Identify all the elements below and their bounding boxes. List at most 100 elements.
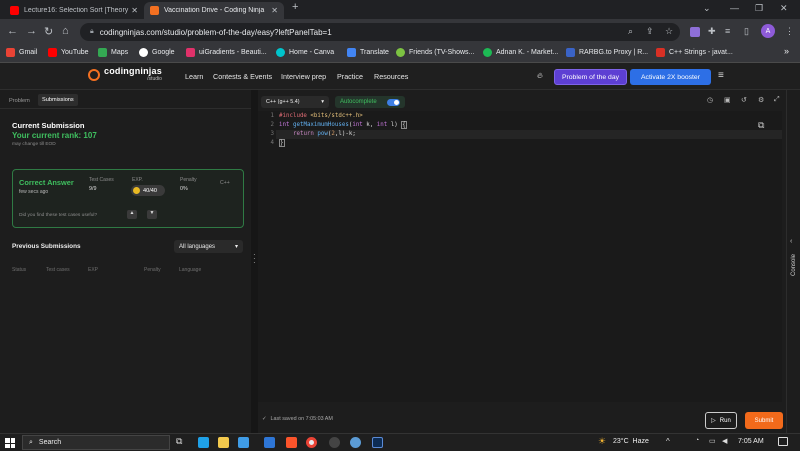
back-icon[interactable]: ←	[7, 25, 18, 37]
ide-icon[interactable]	[372, 437, 383, 448]
timer-icon[interactable]: ◷	[707, 96, 713, 104]
address-bar[interactable]: 🔒︎ codingninjas.com/studio/problem-of-th…	[80, 23, 680, 41]
run-button[interactable]: ▷ Run	[705, 412, 737, 429]
settings-icon[interactable]: ⚙	[758, 96, 764, 104]
browser-tab-vaccination[interactable]: Vaccination Drive - Coding Ninja ✕	[144, 2, 284, 19]
reload-icon[interactable]: ↻	[44, 25, 53, 38]
store-icon[interactable]	[238, 437, 249, 448]
new-tab-icon[interactable]: +	[292, 1, 298, 13]
bookmark-uigradients[interactable]: uiGradients - Beauti...	[186, 48, 267, 57]
market-icon	[483, 48, 492, 57]
panel-resize-handle[interactable]: · · ·	[251, 90, 258, 433]
bookmark-youtube[interactable]: YouTube	[48, 48, 89, 57]
language-filter-value: All languages	[179, 243, 216, 250]
nav-interview-prep[interactable]: Interview prep	[281, 72, 326, 81]
bookmark-translate[interactable]: Translate	[347, 48, 389, 57]
submissions-table-header: Status Test cases EXP Penalty Language	[12, 267, 242, 275]
last-saved-status: ✓ Last saved on 7:05:03 AM	[262, 416, 333, 422]
forward-icon[interactable]: →	[26, 25, 37, 37]
streak-icon[interactable]: 🔥︎	[537, 71, 543, 81]
language-select[interactable]: C++ (g++ 5.4) ▾	[261, 96, 329, 108]
col-status: Status	[12, 267, 27, 273]
star-icon[interactable]: ☆	[665, 26, 673, 37]
extension-icon[interactable]	[690, 27, 700, 37]
windows-start-icon[interactable]	[5, 438, 15, 448]
volume-icon[interactable]: ◀︎	[722, 437, 727, 445]
window-close-icon[interactable]: ✕	[780, 3, 788, 14]
nav-practice[interactable]: Practice	[337, 72, 363, 81]
code-editor[interactable]: 1 2 3 4 #include <bits/stdc++.h> int get…	[258, 111, 782, 402]
result-card: Correct Answer few secs ago Test Cases 9…	[12, 169, 244, 228]
problem-of-the-day-button[interactable]: Problem of the day	[554, 69, 627, 85]
battery-icon[interactable]: ▭	[709, 437, 716, 445]
submit-button[interactable]: Submit	[745, 412, 783, 429]
notification-icon[interactable]	[778, 437, 788, 446]
bookmark-gmail[interactable]: Gmail	[6, 48, 37, 57]
bookmark-adnan[interactable]: Adnan K. - Market...	[483, 48, 558, 57]
share-icon[interactable]: ⇪	[646, 26, 654, 37]
settings-app-icon[interactable]	[329, 437, 340, 448]
clock-time[interactable]: 7:05 AM	[738, 438, 764, 445]
line-number: 2	[270, 122, 275, 128]
hamburger-menu-icon[interactable]: ≡	[718, 70, 724, 81]
close-icon[interactable]: ✕	[131, 6, 138, 15]
edge-icon[interactable]	[198, 437, 209, 448]
puzzle-icon[interactable]: ✚	[708, 26, 716, 37]
tray-chevron-icon[interactable]: ^	[666, 437, 670, 446]
network-icon[interactable]: ◔	[695, 437, 699, 444]
bookmark-friends[interactable]: Friends (TV-Shows...	[396, 48, 474, 57]
autocomplete-toggle[interactable]: Autocomplete	[335, 96, 405, 108]
chevron-down-icon[interactable]: ⌄	[703, 3, 711, 14]
weather-text[interactable]: 23°C Haze	[613, 438, 649, 445]
taskview-icon[interactable]: ⧉	[176, 436, 182, 447]
nav-resources[interactable]: Resources	[374, 72, 408, 81]
mail-icon[interactable]	[264, 437, 275, 448]
fullscreen-icon[interactable]: ⤢	[774, 96, 780, 104]
coin-icon	[133, 187, 140, 194]
search-icon[interactable]: ⌕	[628, 26, 633, 37]
tab-submissions[interactable]: Submissions	[38, 94, 78, 106]
brave-icon[interactable]	[286, 437, 297, 448]
bookmark-canva[interactable]: Home - Canva	[276, 48, 334, 57]
bookmark-google[interactable]: Google	[139, 48, 175, 57]
minimize-icon[interactable]: —	[730, 3, 739, 13]
current-submission-heading: Current Submission	[12, 121, 85, 130]
console-toggle[interactable]: ‹ Console	[786, 90, 800, 433]
chevron-down-icon: ▾	[234, 244, 238, 250]
sidepanel-icon[interactable]: ▯	[744, 26, 749, 37]
result-time: few secs ago	[19, 189, 49, 195]
media-icon[interactable]: ≡	[725, 26, 730, 36]
close-icon[interactable]: ✕	[271, 6, 278, 15]
console-label: Console	[791, 254, 797, 277]
app-icon[interactable]	[350, 437, 361, 448]
bookmark-maps[interactable]: Maps	[98, 48, 128, 57]
activate-booster-button[interactable]: Activate 2X booster	[630, 69, 711, 85]
language-filter-select[interactable]: All languages ▾	[174, 240, 243, 253]
code-line-1: #include <bits/stdc++.h>	[279, 113, 363, 119]
thumbs-down-icon[interactable]: ▼	[147, 210, 157, 219]
nav-learn[interactable]: Learn	[185, 72, 203, 81]
nav-contests-events[interactable]: Contests & Events	[213, 72, 272, 81]
save-icon[interactable]: ▣	[724, 96, 731, 104]
code-line-4: }	[279, 139, 285, 147]
tab-divider	[0, 108, 251, 109]
chrome-icon[interactable]	[306, 437, 317, 448]
tab-problem[interactable]: Problem	[9, 98, 30, 104]
taskbar-search[interactable]: ⌕ Search	[22, 435, 170, 450]
file-explorer-icon[interactable]	[218, 437, 229, 448]
youtube-icon	[10, 6, 19, 15]
exp-badge: 40/40	[131, 185, 165, 196]
brand-logo[interactable]: codingninjas /studio	[88, 67, 162, 83]
reset-icon[interactable]: ↺	[741, 96, 747, 104]
more-bookmarks-icon[interactable]: »	[784, 46, 789, 56]
copy-icon[interactable]: ⧉	[758, 120, 764, 131]
restore-icon[interactable]: ❐	[755, 3, 763, 14]
thumbs-up-icon[interactable]: ▲	[127, 210, 137, 219]
browser-tab-lecture[interactable]: Lecture16: Selection Sort [Theory ✕	[4, 2, 144, 19]
profile-avatar[interactable]: A	[761, 24, 775, 38]
menu-icon[interactable]: ⋮	[785, 26, 794, 37]
bookmark-cpp-strings[interactable]: C++ Strings - javat...	[656, 48, 733, 57]
bookmark-rarbg[interactable]: RARBG.to Proxy | R...	[566, 48, 648, 57]
home-icon[interactable]: ⌂	[62, 25, 69, 37]
browser-tab-strip: Lecture16: Selection Sort [Theory ✕ Vacc…	[0, 0, 800, 19]
